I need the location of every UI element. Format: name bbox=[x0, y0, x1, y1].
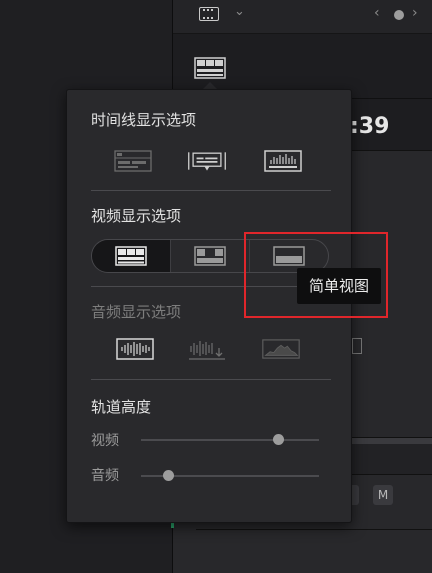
audio-height-slider-thumb[interactable] bbox=[162, 470, 174, 481]
audio-waveform-envelope-icon[interactable] bbox=[261, 336, 301, 362]
playhead-dot-icon[interactable] bbox=[394, 10, 404, 20]
highlight-box bbox=[244, 232, 388, 318]
section-divider bbox=[91, 379, 331, 380]
audio-waveform-half-icon[interactable] bbox=[187, 336, 227, 362]
timecode-display: :39 bbox=[350, 114, 390, 139]
video-height-slider-thumb[interactable] bbox=[273, 434, 285, 445]
filmstrip-view-icon bbox=[115, 246, 147, 266]
thumbnail-view-icon bbox=[194, 246, 226, 266]
audio-waveforms-icon[interactable] bbox=[263, 148, 303, 174]
video-view-thumbnail[interactable] bbox=[171, 240, 250, 272]
mute-button[interactable]: M bbox=[373, 485, 393, 505]
track-height-title: 轨道高度 bbox=[91, 398, 152, 416]
track-divider bbox=[196, 529, 432, 530]
stacked-timelines-icon[interactable] bbox=[113, 148, 153, 174]
audio-height-slider[interactable] bbox=[141, 470, 319, 481]
video-options-title: 视频显示选项 bbox=[91, 207, 182, 225]
audio-height-label: 音频 bbox=[91, 468, 119, 484]
chevron-down-icon[interactable]: ⌄ bbox=[234, 4, 245, 19]
section-divider bbox=[91, 190, 331, 191]
track-grid-icon bbox=[352, 338, 362, 354]
chevron-right-icon[interactable]: › bbox=[412, 5, 418, 21]
video-height-slider[interactable] bbox=[141, 434, 319, 445]
video-height-label: 视频 bbox=[91, 433, 119, 449]
subtitle-tracks-icon[interactable] bbox=[187, 148, 227, 174]
audio-waveform-full-icon[interactable] bbox=[115, 336, 155, 362]
chevron-left-icon[interactable]: ‹ bbox=[374, 5, 380, 21]
video-view-filmstrip[interactable] bbox=[92, 240, 171, 272]
film-strip-icon[interactable] bbox=[199, 7, 219, 21]
timeline-options-title: 时间线显示选项 bbox=[91, 111, 197, 129]
timeline-view-options-button[interactable] bbox=[194, 57, 226, 79]
audio-options-title: 音频显示选项 bbox=[91, 303, 182, 321]
